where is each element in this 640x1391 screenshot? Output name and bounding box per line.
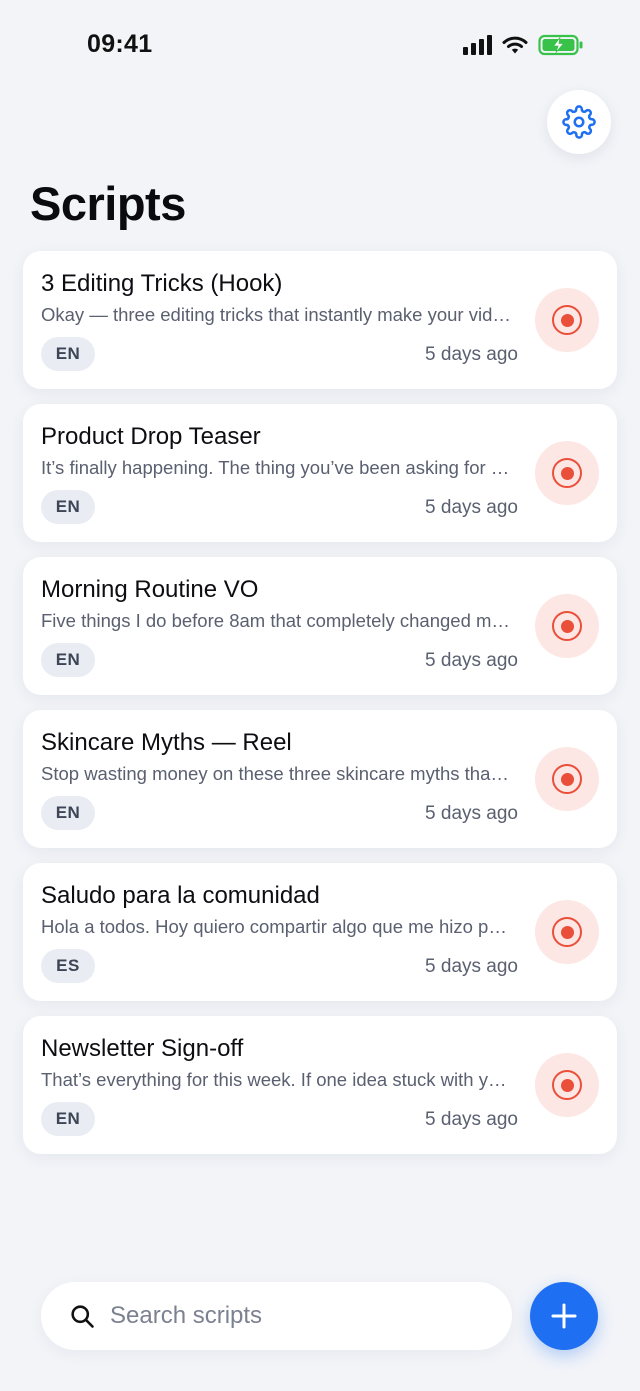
record-button[interactable] <box>535 900 599 964</box>
language-badge: EN <box>41 337 95 371</box>
language-badge: EN <box>41 643 95 677</box>
search-icon <box>68 1302 96 1330</box>
page-title: Scripts <box>30 177 186 230</box>
plus-icon <box>551 1303 577 1329</box>
script-card[interactable]: Product Drop Teaser It’s finally happeni… <box>23 404 617 542</box>
language-badge: EN <box>41 490 95 524</box>
record-icon <box>552 917 582 947</box>
script-timestamp: 5 days ago <box>425 497 518 518</box>
script-card[interactable]: Saludo para la comunidad Hola a todos. H… <box>23 863 617 1001</box>
script-card[interactable]: Skincare Myths — Reel Stop wasting money… <box>23 710 617 848</box>
script-preview: It’s finally happening. The thing you’ve… <box>41 457 511 478</box>
script-preview: That’s everything for this week. If one … <box>41 1069 511 1090</box>
script-timestamp: 5 days ago <box>425 344 518 365</box>
script-title: Morning Routine VO <box>41 576 259 603</box>
status-time: 09:41 <box>87 30 153 58</box>
script-preview: Okay — three editing tricks that instant… <box>41 304 511 325</box>
script-title: Product Drop Teaser <box>41 423 261 450</box>
record-button[interactable] <box>535 441 599 505</box>
search-bar[interactable] <box>41 1282 512 1350</box>
script-title: Newsletter Sign-off <box>41 1035 244 1062</box>
wifi-icon <box>502 36 528 54</box>
script-timestamp: 5 days ago <box>425 803 518 824</box>
record-button[interactable] <box>535 288 599 352</box>
script-preview: Stop wasting money on these three skinca… <box>41 763 511 784</box>
script-card[interactable]: Morning Routine VO Five things I do befo… <box>23 557 617 695</box>
status-icons <box>463 34 584 56</box>
script-card[interactable]: 3 Editing Tricks (Hook) Okay — three edi… <box>23 251 617 389</box>
script-timestamp: 5 days ago <box>425 650 518 671</box>
record-icon <box>552 764 582 794</box>
cellular-signal-icon <box>463 35 492 55</box>
battery-charging-icon <box>538 34 583 56</box>
status-bar: 09:41 <box>0 0 640 96</box>
script-list: 3 Editing Tricks (Hook) Okay — three edi… <box>23 251 617 1169</box>
record-icon <box>552 1070 582 1100</box>
script-timestamp: 5 days ago <box>425 956 518 977</box>
script-title: Saludo para la comunidad <box>41 882 320 909</box>
script-title: 3 Editing Tricks (Hook) <box>41 270 283 297</box>
record-icon <box>552 458 582 488</box>
script-preview: Five things I do before 8am that complet… <box>41 610 511 631</box>
script-title: Skincare Myths — Reel <box>41 729 292 756</box>
record-button[interactable] <box>535 1053 599 1117</box>
gear-icon <box>562 105 596 139</box>
record-icon <box>552 305 582 335</box>
script-card[interactable]: Newsletter Sign-off That’s everything fo… <box>23 1016 617 1154</box>
search-input[interactable] <box>108 1301 492 1331</box>
language-badge: ES <box>41 949 95 983</box>
record-button[interactable] <box>535 747 599 811</box>
script-timestamp: 5 days ago <box>425 1109 518 1130</box>
settings-button[interactable] <box>547 90 611 154</box>
language-badge: EN <box>41 1102 95 1136</box>
add-script-button[interactable] <box>530 1282 598 1350</box>
record-button[interactable] <box>535 594 599 658</box>
script-preview: Hola a todos. Hoy quiero compartir algo … <box>41 916 511 937</box>
language-badge: EN <box>41 796 95 830</box>
record-icon <box>552 611 582 641</box>
